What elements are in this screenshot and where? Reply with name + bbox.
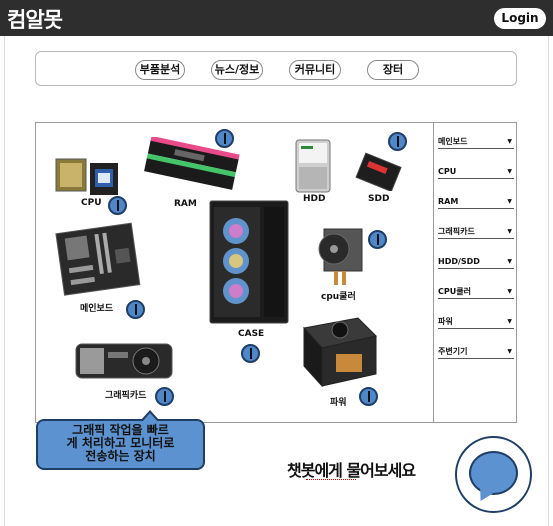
nav-market[interactable]: 장터: [367, 60, 419, 80]
page-edge-left: [4, 36, 5, 526]
chevron-down-icon: ▼: [507, 288, 512, 295]
chevron-down-icon: ▼: [507, 198, 512, 205]
ssd-image[interactable]: [354, 151, 402, 191]
category-storage[interactable]: HDD/SDD ▼: [438, 257, 514, 269]
chevron-down-icon: ▼: [507, 348, 512, 355]
tooltip-line: 전송하는 장치: [85, 449, 156, 463]
chevron-down-icon: ▼: [507, 138, 512, 145]
category-storage-label: HDD/SDD: [438, 257, 480, 266]
brand-logo[interactable]: 컴알못: [7, 4, 63, 34]
chevron-down-icon: ▼: [507, 168, 512, 175]
category-underline: [438, 298, 514, 299]
category-cpu-cooler-label: CPU쿨러: [438, 287, 471, 296]
power-supply-info-icon[interactable]: [359, 387, 378, 406]
graphics-card-label: 그래픽카드: [105, 391, 147, 401]
cpu-image[interactable]: [54, 155, 120, 197]
top-bar: 컴알못 Login: [0, 0, 553, 36]
parts-panel: CPU RAM HDD SDD 메인보드 CASE cpu쿨러 그래픽카드 파워…: [35, 122, 517, 423]
category-underline: [438, 148, 514, 149]
page-edge-right: [548, 36, 549, 526]
cpu-info-icon[interactable]: [108, 196, 127, 215]
category-underline: [438, 238, 514, 239]
storage-info-icon[interactable]: [388, 132, 407, 151]
cpu-cooler-label: cpu쿨러: [321, 292, 356, 302]
power-supply-label: 파워: [330, 398, 347, 408]
main-nav: 부품분석 뉴스/정보 커뮤니티 장터: [35, 51, 517, 86]
category-peripherals[interactable]: 주변기기 ▼: [438, 347, 514, 359]
category-graphics-card-label: 그래픽카드: [438, 227, 475, 236]
category-graphics-card[interactable]: 그래픽카드 ▼: [438, 227, 514, 239]
category-ram-label: RAM: [438, 197, 459, 206]
panel-divider: [433, 123, 434, 422]
category-ram[interactable]: RAM ▼: [438, 197, 514, 209]
chatbot-button[interactable]: [455, 436, 532, 513]
chat-bubble-icon: [469, 451, 518, 495]
graphics-card-image[interactable]: [74, 338, 174, 384]
case-label: CASE: [238, 329, 265, 339]
category-underline: [438, 268, 514, 269]
category-underline: [438, 358, 514, 359]
mainboard-label: 메인보드: [80, 304, 114, 314]
login-button[interactable]: Login: [494, 8, 546, 29]
cpu-label: CPU: [81, 198, 102, 208]
case-info-icon[interactable]: [241, 344, 260, 363]
category-underline: [438, 328, 514, 329]
ram-info-icon[interactable]: [215, 129, 234, 148]
category-underline: [438, 208, 514, 209]
cpu-cooler-info-icon[interactable]: [368, 230, 387, 249]
category-underline: [438, 178, 514, 179]
chevron-down-icon: ▼: [507, 258, 512, 265]
category-cpu-label: CPU: [438, 167, 457, 176]
nav-news[interactable]: 뉴스/정보: [211, 60, 263, 80]
hdd-image[interactable]: [295, 139, 331, 193]
ram-label: RAM: [174, 199, 197, 209]
power-supply-image[interactable]: [298, 314, 380, 390]
category-power-label: 파워: [438, 317, 453, 326]
mainboard-info-icon[interactable]: [126, 300, 145, 319]
category-cpu-cooler[interactable]: CPU쿨러 ▼: [438, 287, 514, 299]
mainboard-image[interactable]: [54, 222, 144, 298]
ssd-label: SDD: [368, 194, 390, 204]
chevron-down-icon: ▼: [507, 318, 512, 325]
category-mainboard[interactable]: 메인보드 ▼: [438, 137, 514, 149]
hdd-label: HDD: [303, 194, 326, 204]
graphics-card-info-icon[interactable]: [155, 387, 174, 406]
tooltip-pointer-fill: [142, 413, 158, 422]
spellcheck-underline: [306, 478, 356, 480]
nav-community[interactable]: 커뮤니티: [289, 60, 341, 80]
graphics-card-tooltip: 그래픽 작업을 빠르 게 처리하고 모니터로 전송하는 장치: [36, 419, 205, 470]
category-cpu[interactable]: CPU ▼: [438, 167, 514, 179]
chevron-down-icon: ▼: [507, 228, 512, 235]
nav-parts-analysis[interactable]: 부품분석: [135, 60, 185, 80]
cpu-cooler-image[interactable]: [314, 227, 370, 289]
category-peripherals-label: 주변기기: [438, 347, 468, 356]
case-image[interactable]: [208, 199, 290, 325]
category-power[interactable]: 파워 ▼: [438, 317, 514, 329]
category-mainboard-label: 메인보드: [438, 137, 468, 146]
